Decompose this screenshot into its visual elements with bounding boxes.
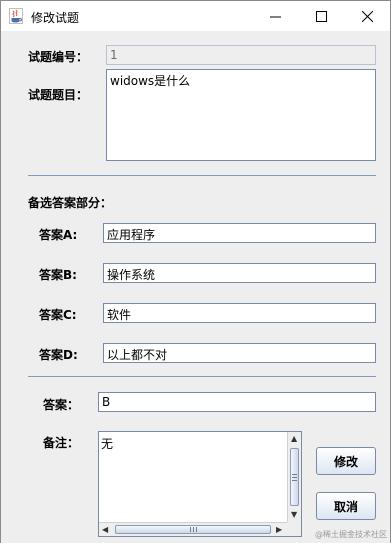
question-title-label: 试题题目：	[28, 88, 89, 102]
scroll-right-icon[interactable]: ▶	[276, 526, 282, 534]
vertical-scroll-thumb[interactable]	[290, 448, 299, 506]
question-id-field: 1	[106, 45, 376, 65]
vertical-scrollbar[interactable]: ▲ ▼	[287, 432, 301, 522]
question-id-label: 试题编号：	[28, 50, 89, 64]
remark-label: 备注：	[43, 436, 80, 450]
close-button[interactable]	[344, 1, 390, 31]
close-icon	[361, 10, 373, 22]
minimize-icon	[269, 16, 281, 17]
option-d-field[interactable]: 以上都不对	[103, 343, 376, 363]
option-a-label: 答案A:	[39, 228, 78, 242]
answer-field[interactable]: B	[98, 392, 376, 412]
modify-button[interactable]: 修改	[316, 447, 376, 475]
minimize-button[interactable]	[252, 1, 298, 31]
maximize-button[interactable]	[298, 1, 344, 31]
remark-scroll-pane: 无 ▲ ▼ ◀ ▶	[98, 431, 302, 537]
option-b-label: 答案B:	[39, 268, 77, 282]
scroll-left-icon[interactable]: ◀	[102, 526, 108, 534]
window-title: 修改试题	[31, 11, 80, 25]
scroll-up-icon[interactable]: ▲	[291, 435, 297, 443]
options-section-label: 备选答案部分：	[28, 196, 113, 210]
remark-textarea[interactable]: 无	[101, 435, 113, 452]
watermark: @稀土掘金技术社区	[315, 530, 387, 539]
option-c-label: 答案C:	[39, 308, 77, 322]
divider	[28, 175, 376, 176]
form-panel: 试题编号： 1 试题题目： widows是什么 备选答案部分： 答案A: 应用程…	[1, 31, 390, 543]
option-c-field[interactable]: 软件	[103, 303, 376, 323]
scroll-down-icon[interactable]: ▼	[291, 511, 297, 519]
title-bar: 修改试题	[1, 1, 390, 31]
answer-label: 答案：	[43, 398, 80, 412]
divider	[28, 376, 376, 377]
edit-question-window: 修改试题 试题编号： 1 试题题目： widows是什么 备选答案部分： 答案A…	[0, 0, 391, 543]
option-b-field[interactable]: 操作系统	[103, 263, 376, 283]
horizontal-scrollbar[interactable]: ◀ ▶	[99, 522, 287, 536]
option-a-field[interactable]: 应用程序	[103, 223, 376, 243]
option-d-label: 答案D:	[39, 348, 78, 362]
java-cup-icon	[9, 8, 23, 24]
horizontal-scroll-thumb[interactable]	[115, 525, 271, 534]
question-title-textarea[interactable]: widows是什么	[106, 69, 376, 161]
maximize-icon	[315, 10, 327, 22]
cancel-button[interactable]: 取消	[316, 492, 376, 520]
